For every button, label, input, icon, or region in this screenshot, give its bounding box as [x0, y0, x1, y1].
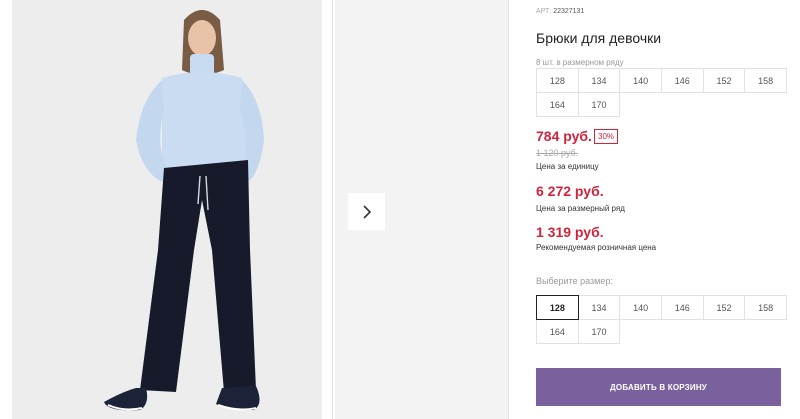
pack-size-146: 146 — [660, 68, 704, 93]
unit-price: 784 руб. — [536, 128, 592, 144]
add-to-cart-button[interactable]: ДОБАВИТЬ В КОРЗИНУ — [536, 368, 781, 406]
row-price-caption: Цена за размерный ряд — [536, 204, 625, 213]
size-option-152[interactable]: 152 — [702, 295, 746, 320]
gallery-next-button[interactable] — [348, 193, 385, 230]
pack-size-158: 158 — [744, 68, 787, 93]
size-option-158[interactable]: 158 — [744, 295, 787, 320]
pack-size-164: 164 — [536, 92, 579, 117]
choose-size-label: Выберите размер: — [536, 276, 613, 286]
article-number: АРТ: 22327131 — [536, 8, 584, 15]
pack-size-140: 140 — [619, 68, 662, 93]
gallery-divider — [332, 0, 333, 419]
unit-price-caption: Цена за единицу — [536, 162, 599, 171]
size-option-128[interactable]: 128 — [536, 295, 579, 320]
size-option-164[interactable]: 164 — [536, 319, 579, 344]
pack-size-128: 128 — [536, 68, 579, 93]
discount-badge: 30% — [594, 129, 619, 144]
panel-separator — [508, 0, 509, 419]
size-option-170[interactable]: 170 — [577, 319, 621, 344]
rrp-price: 1 319 руб. — [536, 224, 604, 240]
pack-size-170: 170 — [577, 92, 621, 117]
article-label: АРТ: — [536, 8, 552, 15]
size-option-146[interactable]: 146 — [660, 295, 704, 320]
old-price: 1 120 руб. — [536, 148, 579, 158]
product-title: Брюки для девочки — [536, 30, 662, 46]
product-photo-illustration — [12, 0, 322, 419]
chevron-right-icon — [362, 204, 371, 219]
size-selector: 128 134 140 146 152 158 164 170 — [536, 295, 787, 344]
size-option-140[interactable]: 140 — [619, 295, 662, 320]
size-option-134[interactable]: 134 — [577, 295, 621, 320]
pack-caption: 8 шт. в размерном ряду — [536, 58, 624, 67]
pack-size-134: 134 — [577, 68, 621, 93]
product-photo[interactable] — [12, 0, 322, 419]
pack-size-grid: 128 134 140 146 152 158 164 170 — [536, 68, 787, 117]
article-value: 22327131 — [553, 8, 585, 15]
rrp-price-caption: Рекомендуемая розничная цена — [536, 243, 657, 252]
pack-size-152: 152 — [702, 68, 746, 93]
row-price: 6 272 руб. — [536, 183, 604, 199]
product-gallery — [12, 0, 508, 419]
